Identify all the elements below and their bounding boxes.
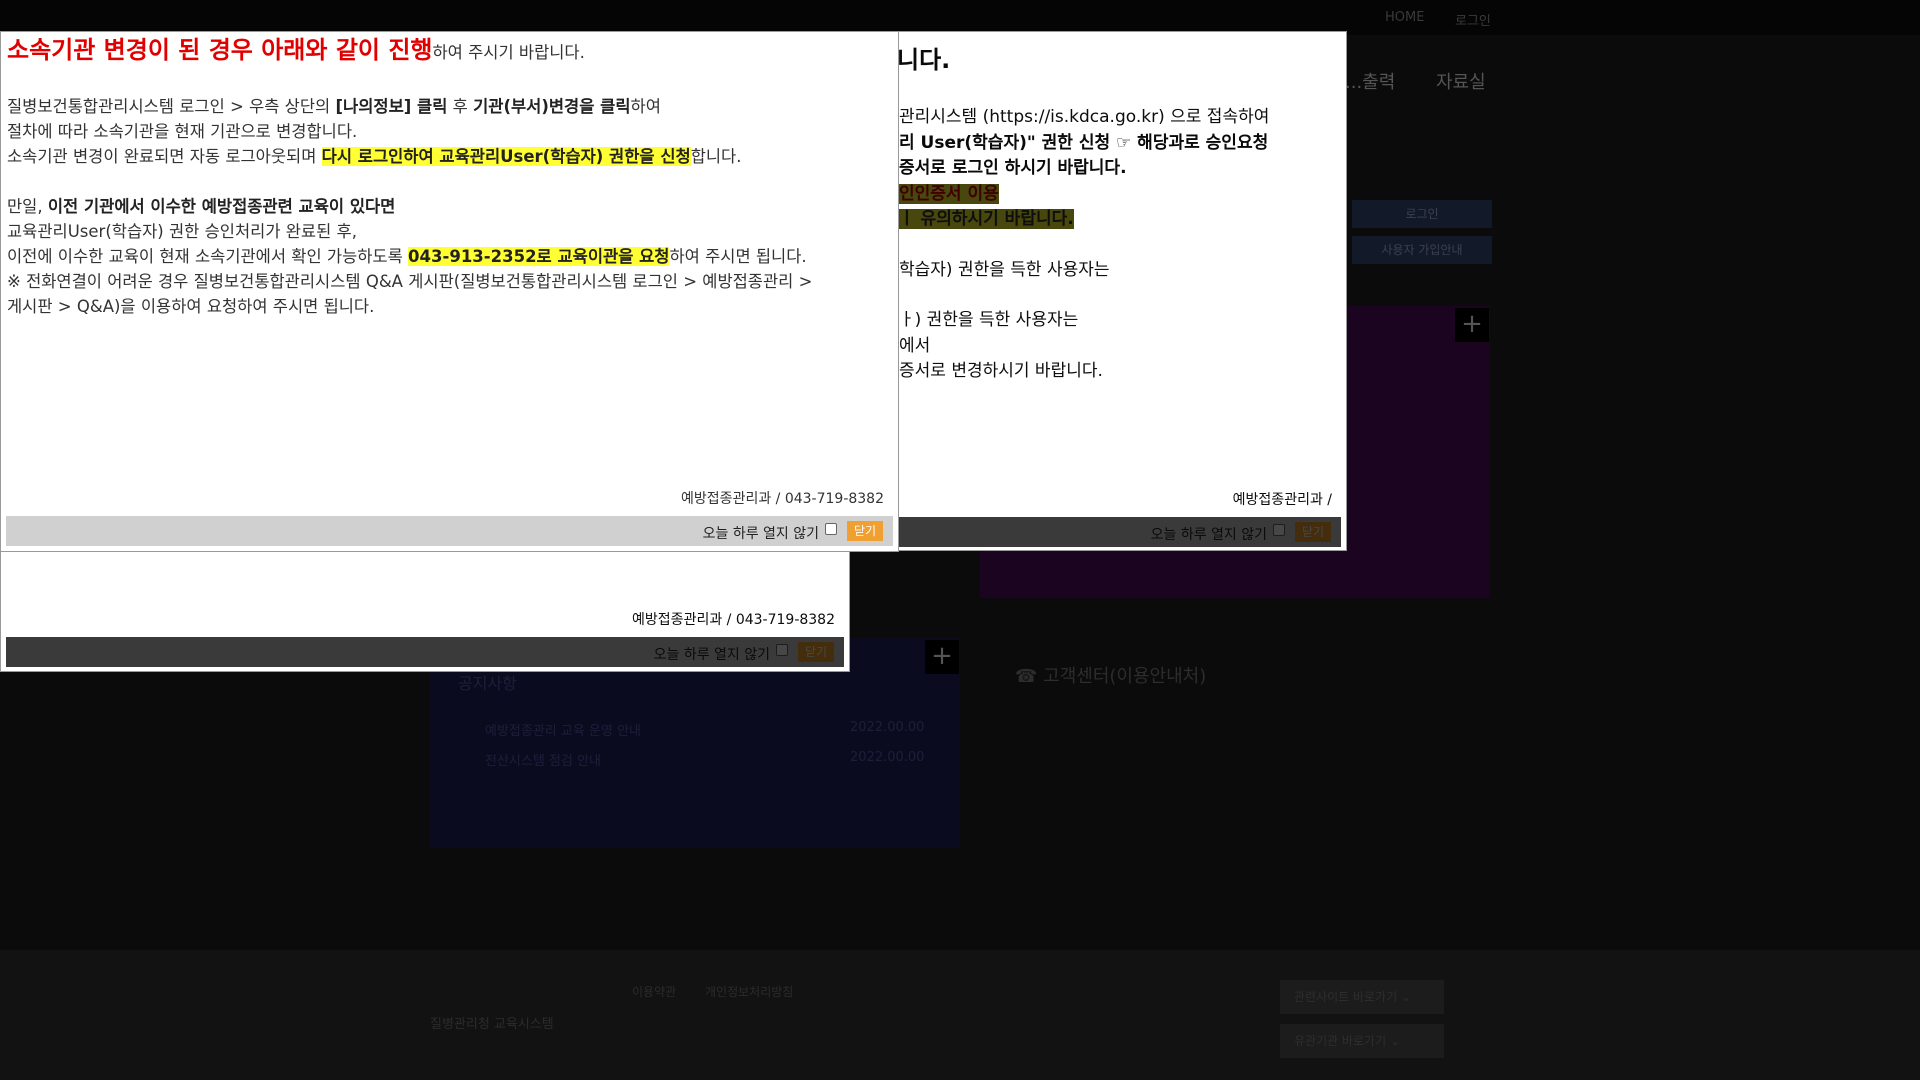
popup-text: 만일, — [7, 197, 48, 216]
popup-title: 소속기관 변경이 된 경우 아래와 같이 진행 — [7, 36, 433, 64]
notice-item[interactable]: 예방접종관리 교육 운영 안내 — [485, 720, 641, 739]
footer-terms-link[interactable]: 이용약관 — [632, 983, 676, 1000]
popup-footer-bar: 오늘 하루 열지 않기 닫기 — [6, 637, 844, 667]
popup-title: 니다. — [897, 46, 951, 74]
popup-line: ㅣ 유의하시기 바랍니다. — [899, 209, 1074, 229]
popup-text: 게시판 > Q&A)을 이용하여 요청하여 주시면 됩니다. — [7, 297, 375, 316]
home-link[interactable]: HOME — [1385, 10, 1424, 25]
popup-line: 증서로 로그인 하시기 바랍니다. — [899, 158, 1127, 178]
banner-more-icon[interactable]: + — [1455, 308, 1489, 342]
notice-item[interactable]: 전산시스템 점검 안내 — [485, 750, 601, 769]
popup-emphasis: 기관(부서)변경을 클릭 — [473, 97, 631, 116]
footer — [0, 950, 1920, 1080]
popup-text: 질병보건통합관리시스템 로그인 > 우측 상단의 — [7, 97, 336, 116]
customer-center-title: ☎ 고객센터(이용안내처) — [1015, 666, 1207, 687]
notice-title: 공지사항 — [458, 674, 517, 693]
popup-line: ㅏ) 권한을 득한 사용자는 — [899, 310, 1079, 330]
footer-privacy-link[interactable]: 개인정보처리방침 — [705, 983, 793, 1000]
popup-text: 하여 — [630, 97, 661, 116]
popup-footer-bar: 오늘 하루 열지 않기 닫기 — [6, 516, 893, 546]
close-button[interactable]: 닫기 — [1295, 522, 1331, 542]
signup-guide-button[interactable]: 사용자 가입안내 — [1352, 236, 1492, 264]
popup-text: 절차에 따라 소속기관을 현재 기관으로 변경합니다. — [7, 122, 358, 141]
notice-date: 2022.00.00 — [850, 720, 925, 735]
agency-sites-select[interactable]: 유관기관 바로가기 ⌄ — [1280, 1024, 1444, 1058]
related-sites-select[interactable]: 관련사이트 바로가기 ⌄ — [1280, 980, 1444, 1014]
popup-line: 학습자) 권한을 득한 사용자는 — [899, 259, 1110, 280]
popup-line: 인인증서 이용 — [899, 183, 999, 204]
popup-front: 소속기관 변경이 된 경우 아래와 같이 진행하여 주시기 바랍니다. 질병보건… — [0, 31, 899, 552]
popup-highlight: 다시 로그인하여 교육관리User(학습자) 권한을 신청 — [321, 147, 691, 166]
popup-text: 하여 주시면 됩니다. — [669, 247, 807, 266]
popup-contact: 예방접종관리과 / — [1232, 492, 1332, 508]
notice-more-icon[interactable]: + — [925, 640, 959, 674]
popup-text: 이전에 이수한 교육이 현재 소속기관에서 확인 가능하도록 — [7, 247, 409, 266]
login-link[interactable]: 로그인 — [1455, 10, 1491, 29]
popup-footer-bar: 오늘 하루 열지 않기 닫기 — [886, 517, 1341, 547]
close-button[interactable]: 닫기 — [847, 521, 883, 541]
popup-line: 관리시스템 (https://is.kdca.go.kr) 으로 접속하여 — [899, 107, 1270, 127]
popup-line: 리 User(학습자)" 권한 신청 ☞ 해당과로 승인요청 — [899, 132, 1269, 153]
popup-emphasis: 이전 기관에서 이수한 예방접종관련 교육이 있다면 — [47, 197, 396, 216]
dont-show-today-checkbox[interactable] — [776, 644, 788, 656]
popup-back: 니다. 관리시스템 (https://is.kdca.go.kr) 으로 접속하… — [880, 31, 1347, 551]
dont-show-today-checkbox[interactable] — [1273, 524, 1285, 536]
close-button[interactable]: 닫기 — [798, 642, 834, 662]
footer-logo: 질병관리청 교육시스템 — [430, 1017, 554, 1032]
nav-item-output[interactable]: ...출력 — [1345, 68, 1395, 94]
popup-title-rest: 하여 주시기 바랍니다. — [432, 43, 585, 62]
popup-contact: 예방접종관리과 / 043-719-8382 — [632, 612, 835, 628]
popup-line: 에서 — [899, 335, 931, 356]
popup-text: 합니다. — [690, 147, 742, 166]
nav-item-archive[interactable]: 자료실 — [1436, 68, 1486, 94]
dont-show-today-label: 오늘 하루 열지 않기 — [702, 526, 819, 542]
top-bar: HOME 로그인 — [0, 0, 1920, 35]
dont-show-today-checkbox[interactable] — [825, 523, 837, 535]
popup-text: 후 — [447, 97, 474, 116]
popup-highlight: 043-913-2352로 교육이관을 요청 — [408, 247, 670, 266]
popup-contact: 예방접종관리과 / 043-719-8382 — [681, 491, 884, 507]
popup-emphasis: [나의정보] 클릭 — [335, 97, 448, 116]
popup-text: 교육관리User(학습자) 권한 승인처리가 완료된 후, — [7, 222, 357, 241]
dont-show-today-label: 오늘 하루 열지 않기 — [1150, 527, 1267, 543]
popup-text: 소속기관 변경이 완료되면 자동 로그아웃되며 — [7, 147, 322, 166]
popup-text: ※ 전화연결이 어려운 경우 질병보건통합관리시스템 Q&A 게시판(질병보건통… — [7, 272, 813, 291]
popup-line: 증서로 변경하시기 바랍니다. — [899, 361, 1103, 381]
notice-date: 2022.00.00 — [850, 750, 925, 765]
login-button[interactable]: 로그인 — [1352, 200, 1492, 228]
dont-show-today-label: 오늘 하루 열지 않기 — [653, 647, 770, 663]
